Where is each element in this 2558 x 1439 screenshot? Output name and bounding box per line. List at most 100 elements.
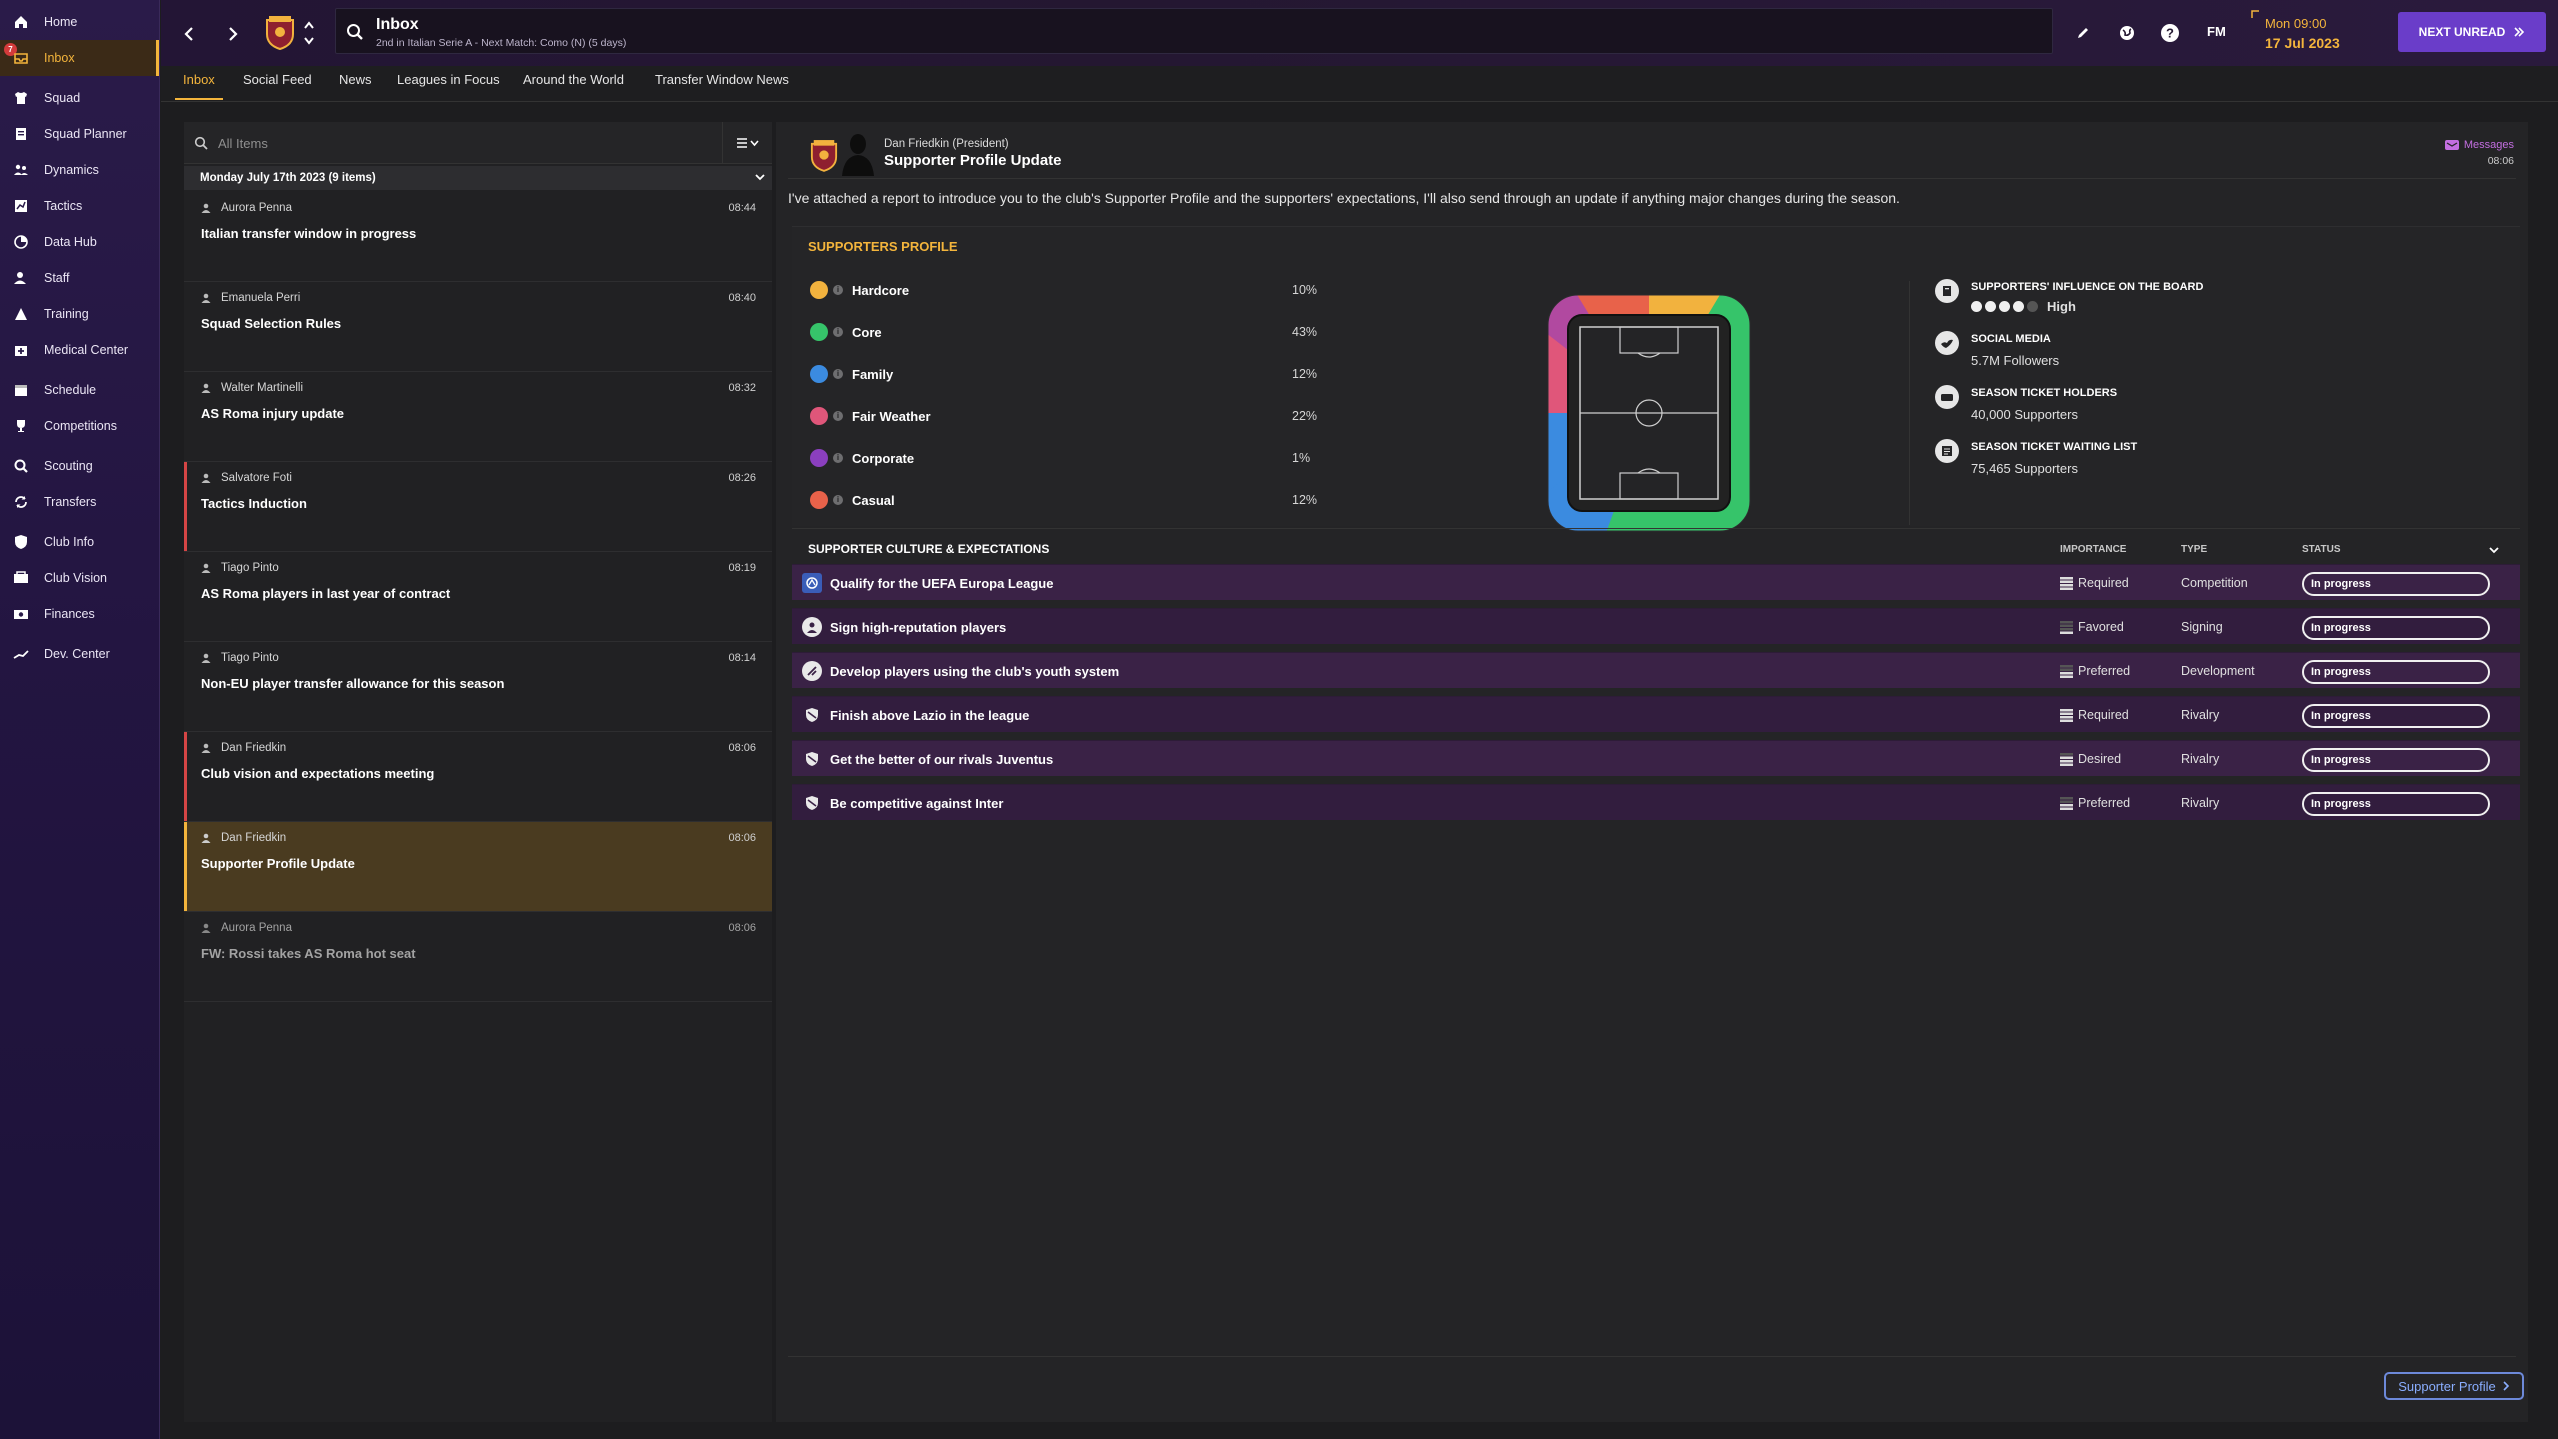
fm-menu-button[interactable]: FM bbox=[2207, 24, 2226, 39]
info-icon[interactable]: i bbox=[833, 495, 843, 505]
stat-label: SEASON TICKET HOLDERS bbox=[1971, 387, 2118, 399]
tactics-icon bbox=[12, 197, 30, 215]
sidebar-item-club-vision[interactable]: Club Vision bbox=[0, 560, 159, 596]
back-button[interactable] bbox=[175, 20, 203, 48]
forward-button[interactable] bbox=[219, 20, 247, 48]
game-date[interactable]: Mon 09:00 17 Jul 2023 bbox=[2251, 10, 2421, 54]
sidebar-item-dev-center[interactable]: Dev. Center bbox=[0, 636, 159, 672]
message-sender: Tiago Pinto bbox=[221, 652, 279, 664]
message-time: 08:06 bbox=[2487, 155, 2514, 167]
stadium-seating-graphic bbox=[1546, 293, 1752, 533]
world-button[interactable] bbox=[2116, 22, 2138, 44]
message-time: 08:44 bbox=[728, 202, 756, 214]
club-switch-button[interactable] bbox=[302, 18, 316, 48]
info-icon[interactable]: i bbox=[833, 369, 843, 379]
sidebar-item-squad-planner[interactable]: Squad Planner bbox=[0, 116, 159, 152]
expectation-row[interactable]: Qualify for the UEFA Europa League Requi… bbox=[792, 564, 2520, 600]
importance-icon bbox=[2060, 797, 2073, 810]
sidebar-item-tactics[interactable]: Tactics bbox=[0, 188, 159, 224]
influence-rating: High bbox=[1971, 299, 2076, 314]
sidebar-item-squad[interactable]: Squad bbox=[0, 80, 159, 116]
sidebar-item-training[interactable]: Training bbox=[0, 296, 159, 332]
message-folder-link[interactable]: Messages bbox=[2444, 139, 2514, 151]
info-icon[interactable]: i bbox=[833, 411, 843, 421]
importance-value: Required bbox=[2078, 576, 2129, 590]
sidebar-item-transfers[interactable]: Transfers bbox=[0, 484, 159, 520]
segment-row-corporate[interactable]: i Corporate 1% bbox=[808, 447, 1328, 469]
info-icon[interactable]: i bbox=[833, 327, 843, 337]
list-filter-button[interactable] bbox=[722, 122, 772, 164]
tab-social-feed[interactable]: Social Feed bbox=[235, 66, 320, 102]
sidebar-item-scouting[interactable]: Scouting bbox=[0, 448, 159, 484]
column-header-type[interactable]: TYPE bbox=[2181, 544, 2207, 555]
person-icon bbox=[201, 473, 211, 483]
info-icon[interactable]: i bbox=[833, 285, 843, 295]
expectation-label: Get the better of our rivals Juventus bbox=[830, 752, 1054, 767]
corner-bracket-icon bbox=[2251, 10, 2259, 18]
message-item[interactable]: Emanuela Perri 08:40 Squad Selection Rul… bbox=[184, 282, 772, 372]
help-button[interactable]: ? bbox=[2159, 22, 2181, 44]
segment-row-family[interactable]: i Family 12% bbox=[808, 363, 1328, 385]
sidebar-item-competitions[interactable]: Competitions bbox=[0, 408, 159, 444]
segment-color-dot bbox=[810, 407, 828, 425]
message-item[interactable]: Tiago Pinto 08:19 AS Roma players in las… bbox=[184, 552, 772, 642]
message-item[interactable]: Salvatore Foti 08:26 Tactics Induction bbox=[184, 462, 772, 552]
training-icon bbox=[12, 305, 30, 323]
sidebar-item-home[interactable]: Home bbox=[0, 4, 159, 40]
segment-row-hardcore[interactable]: i Hardcore 10% bbox=[808, 279, 1328, 301]
status-badge: In progress bbox=[2302, 616, 2490, 640]
sidebar-item-inbox[interactable]: 7 Inbox bbox=[0, 40, 159, 76]
message-item[interactable]: Dan Friedkin 08:06 Club vision and expec… bbox=[184, 732, 772, 822]
sidebar-item-label: Dev. Center bbox=[44, 647, 110, 661]
message-title: Supporter Profile Update bbox=[884, 152, 1062, 169]
message-folder-label: Messages bbox=[2463, 139, 2514, 151]
sidebar-item-schedule[interactable]: Schedule bbox=[0, 372, 159, 408]
importance-icon bbox=[2060, 753, 2073, 766]
message-subject: Supporter Profile Update bbox=[201, 856, 355, 871]
expectation-row[interactable]: Be competitive against Inter Preferred R… bbox=[792, 784, 2520, 820]
expectation-row[interactable]: Get the better of our rivals Juventus De… bbox=[792, 740, 2520, 776]
info-icon[interactable]: i bbox=[833, 453, 843, 463]
inbox-tabs: Inbox Social Feed News Leagues in Focus … bbox=[161, 66, 2558, 102]
expectation-row[interactable]: Finish above Lazio in the league Require… bbox=[792, 696, 2520, 732]
tab-news[interactable]: News bbox=[331, 66, 380, 102]
tab-transfer-window-news[interactable]: Transfer Window News bbox=[647, 66, 797, 102]
collapse-button[interactable] bbox=[2488, 544, 2500, 556]
expectation-row[interactable]: Sign high-reputation players Favored Sig… bbox=[792, 608, 2520, 644]
column-header-importance[interactable]: IMPORTANCE bbox=[2060, 544, 2126, 555]
sidebar-item-dynamics[interactable]: Dynamics bbox=[0, 152, 159, 188]
sidebar-item-data-hub[interactable]: Data Hub bbox=[0, 224, 159, 260]
segment-color-dot bbox=[810, 449, 828, 467]
importance-value: Required bbox=[2078, 708, 2129, 722]
club-crest-icon[interactable] bbox=[265, 14, 295, 50]
list-search-input[interactable] bbox=[216, 133, 596, 153]
edit-button[interactable] bbox=[2072, 22, 2094, 44]
expectation-row[interactable]: Develop players using the club's youth s… bbox=[792, 652, 2520, 688]
segment-row-casual[interactable]: i Casual 12% bbox=[808, 489, 1328, 511]
segment-row-core[interactable]: i Core 43% bbox=[808, 321, 1328, 343]
tab-inbox[interactable]: Inbox bbox=[175, 66, 223, 102]
sidebar-item-staff[interactable]: Staff bbox=[0, 260, 159, 296]
sidebar-item-club-info[interactable]: Club Info bbox=[0, 524, 159, 560]
next-unread-button[interactable]: NEXT UNREAD bbox=[2398, 12, 2546, 52]
message-item[interactable]: Aurora Penna 08:44 Italian transfer wind… bbox=[184, 192, 772, 282]
tab-around-the-world[interactable]: Around the World bbox=[515, 66, 632, 102]
expectation-label: Sign high-reputation players bbox=[830, 620, 1007, 635]
waiting-list-icon bbox=[1935, 439, 1959, 463]
supporter-profile-button[interactable]: Supporter Profile bbox=[2384, 1372, 2524, 1400]
sidebar-item-finances[interactable]: Finances bbox=[0, 596, 159, 632]
sidebar-item-medical-center[interactable]: Medical Center bbox=[0, 332, 159, 368]
globe-icon bbox=[2120, 26, 2134, 40]
message-item[interactable]: Walter Martinelli 08:32 AS Roma injury u… bbox=[184, 372, 772, 462]
sender-avatar bbox=[840, 130, 876, 176]
message-item[interactable]: Aurora Penna 08:06 FW: Rossi takes AS Ro… bbox=[184, 912, 772, 1002]
date-group-header[interactable]: Monday July 17th 2023 (9 items) bbox=[184, 166, 772, 190]
message-sender-name[interactable]: Dan Friedkin (President) bbox=[884, 138, 1009, 150]
message-item[interactable]: Tiago Pinto 08:14 Non-EU player transfer… bbox=[184, 642, 772, 732]
column-header-status[interactable]: STATUS bbox=[2302, 544, 2341, 555]
segment-row-fair-weather[interactable]: i Fair Weather 22% bbox=[808, 405, 1328, 427]
global-search-box[interactable]: Inbox 2nd in Italian Serie A - Next Matc… bbox=[335, 8, 2053, 54]
message-item-selected[interactable]: Dan Friedkin 08:06 Supporter Profile Upd… bbox=[184, 822, 772, 912]
tab-leagues-in-focus[interactable]: Leagues in Focus bbox=[389, 66, 508, 102]
planner-icon bbox=[12, 125, 30, 143]
